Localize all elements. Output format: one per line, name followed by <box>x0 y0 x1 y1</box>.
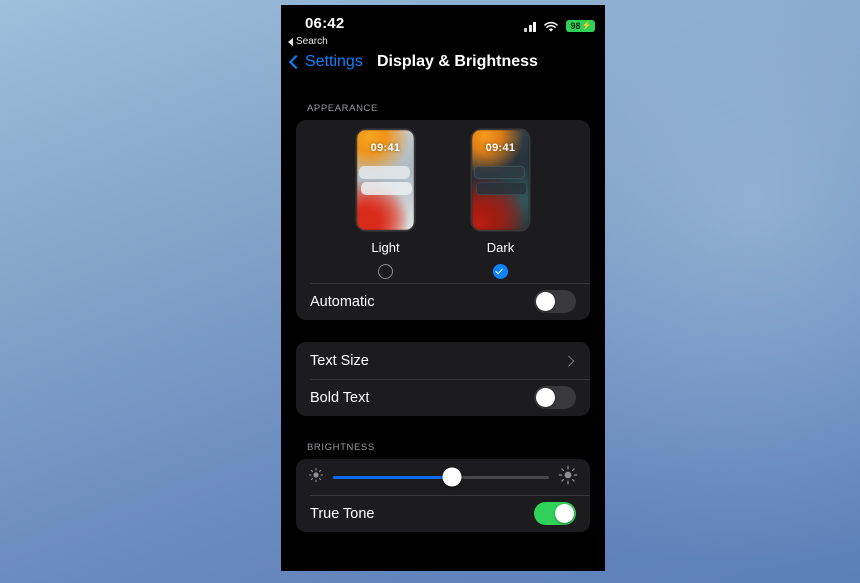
brightness-section-header: BRIGHTNESS <box>307 442 375 453</box>
chevron-right-icon <box>562 355 574 366</box>
automatic-row[interactable]: Automatic <box>296 283 590 320</box>
brightness-high-icon <box>558 465 578 490</box>
navigation-bar: Settings Display & Brightness <box>281 53 605 83</box>
page-title: Display & Brightness <box>377 53 538 70</box>
battery-indicator: 98 ⚡ <box>566 20 595 32</box>
light-option-radio[interactable] <box>378 264 393 279</box>
toggle-knob <box>554 503 575 524</box>
appearance-options: 09:41 Light 09:41 Dark <box>296 120 590 283</box>
true-tone-label: True Tone <box>310 505 375 522</box>
toggle-knob <box>535 387 556 408</box>
back-triangle-icon <box>288 37 293 46</box>
bold-text-label: Bold Text <box>310 389 370 406</box>
light-preview-notification <box>359 166 410 179</box>
automatic-label: Automatic <box>310 293 375 310</box>
appearance-card: 09:41 Light 09:41 Dark Automatic <box>296 120 590 320</box>
cellular-bars-icon <box>524 21 536 32</box>
brightness-low-icon <box>308 467 324 488</box>
bold-text-row[interactable]: Bold Text <box>296 379 590 416</box>
iphone-screen: 06:42 Search 98 ⚡ Settings Display & Bri… <box>281 5 605 571</box>
back-to-settings-button[interactable]: Settings <box>288 53 363 71</box>
light-option-label: Light <box>371 240 400 255</box>
dark-mode-preview: 09:41 <box>472 130 529 230</box>
brightness-slider-row[interactable] <box>296 459 590 495</box>
light-preview-time: 09:41 <box>370 142 401 154</box>
status-bar-indicators: 98 ⚡ <box>524 20 595 32</box>
battery-level-text: 98 <box>570 21 581 31</box>
chevron-left-icon <box>288 54 304 70</box>
bold-text-toggle[interactable] <box>534 386 576 409</box>
dark-option-radio-selected[interactable] <box>493 264 508 279</box>
status-bar-back-to-search[interactable]: Search <box>288 36 328 47</box>
charging-bolt-icon: ⚡ <box>581 21 592 30</box>
back-button-label: Settings <box>305 53 363 70</box>
appearance-section-header: APPEARANCE <box>307 103 378 114</box>
settings-content: APPEARANCE 09:41 Light 09:41 Dark Automa… <box>281 103 605 532</box>
appearance-option-dark[interactable]: 09:41 Dark <box>472 130 529 279</box>
true-tone-toggle[interactable] <box>534 502 576 525</box>
dark-preview-notification <box>474 166 525 179</box>
text-size-row[interactable]: Text Size <box>296 342 590 379</box>
brightness-slider-knob[interactable] <box>442 467 462 487</box>
automatic-toggle[interactable] <box>534 290 576 313</box>
status-bar: 06:42 Search 98 ⚡ <box>281 5 605 53</box>
dark-preview-time: 09:41 <box>485 142 516 154</box>
brightness-card: True Tone <box>296 459 590 532</box>
light-preview-notification <box>361 182 412 195</box>
wifi-icon <box>543 20 559 32</box>
status-bar-time: 06:42 <box>305 15 345 32</box>
appearance-option-light[interactable]: 09:41 Light <box>357 130 414 279</box>
text-size-label: Text Size <box>310 352 369 369</box>
desktop-background: 06:42 Search 98 ⚡ Settings Display & Bri… <box>0 0 860 583</box>
light-mode-preview: 09:41 <box>357 130 414 230</box>
dark-option-label: Dark <box>486 240 515 255</box>
status-bar-back-label: Search <box>296 36 328 47</box>
brightness-slider-fill <box>333 475 452 479</box>
brightness-slider-track[interactable] <box>333 467 549 487</box>
dark-preview-notification <box>476 182 527 195</box>
toggle-knob <box>535 291 556 312</box>
text-settings-card: Text Size Bold Text <box>296 342 590 416</box>
true-tone-row[interactable]: True Tone <box>296 495 590 532</box>
